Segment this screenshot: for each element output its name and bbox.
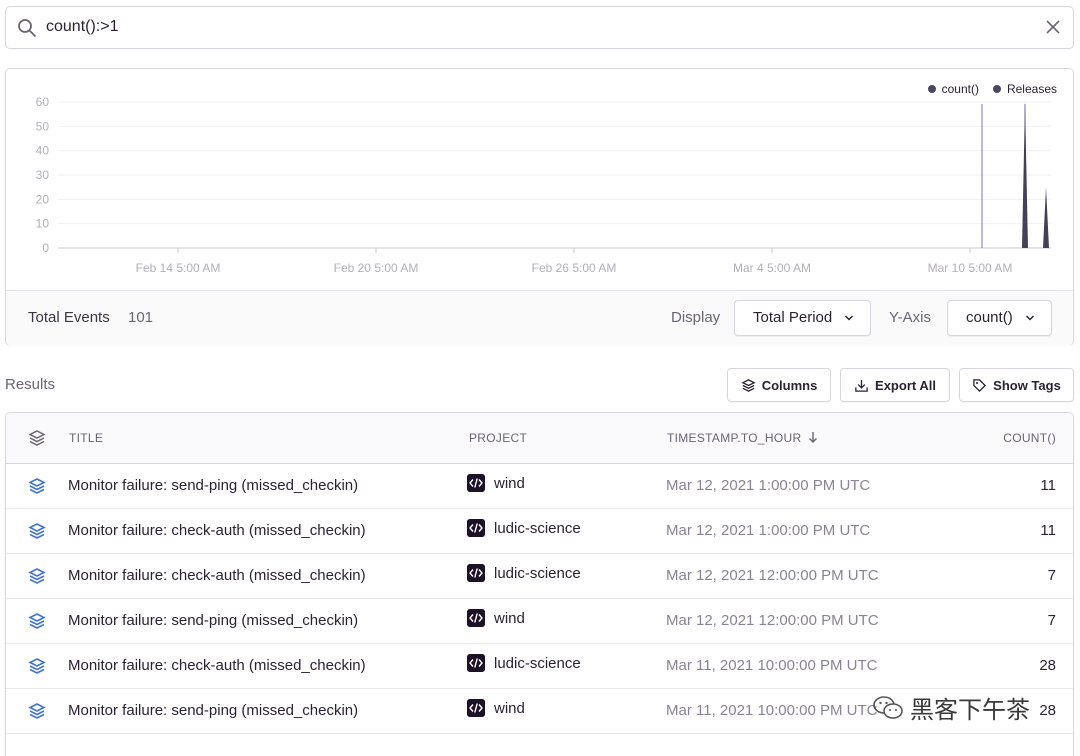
- row-title-link[interactable]: Monitor failure: send-ping (missed_check…: [68, 477, 358, 494]
- download-icon: [855, 379, 868, 392]
- row-title-link[interactable]: Monitor failure: send-ping (missed_check…: [68, 702, 358, 719]
- x-tick-label: Mar 10 5:00 AM: [928, 261, 1013, 275]
- display-label: Display: [671, 309, 721, 326]
- row-count: 7: [1047, 567, 1056, 584]
- y-tick-label: 50: [36, 119, 50, 133]
- row-timestamp[interactable]: Mar 11, 2021 10:00:00 PM UTC: [666, 702, 878, 719]
- export-all-button[interactable]: Export All: [840, 368, 950, 402]
- chevron-down-icon: [1025, 315, 1034, 321]
- row-count: 28: [1039, 657, 1056, 674]
- stack-icon[interactable]: [27, 476, 47, 496]
- row-timestamp[interactable]: Mar 12, 2021 1:00:00 PM UTC: [666, 522, 870, 539]
- code-icon: [467, 654, 485, 672]
- column-header-count[interactable]: COUNT(): [1003, 431, 1056, 445]
- row-count: 28: [1039, 702, 1056, 719]
- legend-dot-icon: [927, 85, 936, 93]
- search-bar[interactable]: count():>1: [5, 6, 1074, 49]
- y-tick-label: 20: [36, 192, 50, 206]
- watermark-text: 黑客下午茶: [910, 697, 1030, 724]
- row-count: 11: [1040, 522, 1056, 539]
- search-icon: [18, 19, 36, 37]
- chevron-down-icon: [845, 315, 854, 321]
- row-timestamp[interactable]: Mar 11, 2021 10:00:00 PM UTC: [666, 657, 878, 674]
- events-chart: 0 10 20 30 40 50 60 Feb 14 5:00 AM Feb 20 5:00 A…: [36, 95, 1051, 275]
- yaxis-label: Y-Axis: [889, 309, 931, 326]
- export-all-button-label: Export All: [875, 377, 936, 393]
- stack-icon[interactable]: [27, 701, 47, 721]
- row-project-link[interactable]: wind: [494, 700, 525, 717]
- wechat-icon: [873, 695, 903, 719]
- show-tags-button[interactable]: Show Tags: [959, 368, 1074, 402]
- search-input[interactable]: count():>1: [46, 18, 118, 36]
- display-dropdown-value: Total Period: [753, 309, 833, 326]
- chart-footer: Total Events 101 Display Total Period Y-…: [6, 290, 1073, 346]
- yaxis-dropdown-value: count(): [966, 309, 1013, 326]
- columns-button-label: Columns: [761, 377, 818, 393]
- stack-icon[interactable]: [27, 521, 47, 541]
- total-events-value: 101: [128, 309, 154, 326]
- y-tick-label: 10: [36, 217, 50, 231]
- column-header-timestamp-label: TIMESTAMP.TO_HOUR: [667, 431, 802, 445]
- chart-legend: count() Releases: [927, 82, 1057, 96]
- total-events-label: Total Events: [28, 309, 110, 326]
- column-header-title[interactable]: TITLE: [69, 431, 103, 445]
- y-tick-label: 40: [36, 144, 50, 158]
- stack-icon[interactable]: [27, 566, 47, 586]
- results-label: Results: [5, 376, 56, 393]
- close-icon[interactable]: [1045, 19, 1061, 35]
- x-tick-label: Feb 14 5:00 AM: [136, 261, 221, 275]
- legend-dot-icon: [992, 85, 1001, 93]
- table-row: Monitor failure: send-ping (missed_check…: [6, 464, 1073, 509]
- x-tick-label: Feb 20 5:00 AM: [334, 261, 419, 275]
- stack-icon[interactable]: [27, 656, 47, 676]
- chart-panel: 0 10 20 30 40 50 60 Feb 14 5:00 AM Feb 20 5:00 A…: [5, 68, 1074, 346]
- row-title-link[interactable]: Monitor failure: check-auth (missed_chec…: [68, 522, 366, 539]
- show-tags-button-label: Show Tags: [993, 377, 1061, 393]
- stack-icon: [28, 430, 46, 446]
- yaxis-dropdown[interactable]: count(): [947, 300, 1052, 336]
- x-tick-label: Feb 26 5:00 AM: [532, 261, 617, 275]
- table-row: Monitor failure: check-auth (missed_chec…: [6, 509, 1073, 554]
- row-project-link[interactable]: ludic-science: [494, 565, 581, 582]
- y-tick-label: 60: [36, 95, 50, 109]
- code-icon: [467, 564, 485, 582]
- stack-icon[interactable]: [27, 611, 47, 631]
- row-title-link[interactable]: Monitor failure: check-auth (missed_chec…: [68, 567, 366, 584]
- row-title-link[interactable]: Monitor failure: check-auth (missed_chec…: [68, 657, 366, 674]
- row-timestamp[interactable]: Mar 12, 2021 1:00:00 PM UTC: [666, 477, 870, 494]
- arrow-down-icon: [809, 432, 818, 443]
- legend-label: Releases: [1006, 82, 1057, 96]
- legend-item-releases[interactable]: Releases: [992, 82, 1057, 96]
- table-header: TITLE PROJECT TIMESTAMP.TO_HOUR COUNT(): [6, 413, 1073, 464]
- tag-icon: [973, 378, 987, 392]
- row-count: 11: [1040, 477, 1056, 494]
- code-icon: [467, 519, 485, 537]
- y-tick-label: 30: [36, 168, 50, 182]
- stack-icon: [741, 378, 756, 392]
- row-title-link[interactable]: Monitor failure: send-ping (missed_check…: [68, 612, 358, 629]
- watermark: 黑客下午茶: [872, 690, 1030, 725]
- x-tick-label: Mar 4 5:00 AM: [733, 261, 811, 275]
- row-project-link[interactable]: ludic-science: [494, 655, 581, 672]
- table-row: Monitor failure: send-ping (missed_check…: [6, 599, 1073, 644]
- row-project-link[interactable]: wind: [494, 475, 525, 492]
- row-timestamp[interactable]: Mar 12, 2021 12:00:00 PM UTC: [666, 612, 879, 629]
- columns-button[interactable]: Columns: [727, 368, 831, 402]
- y-tick-label: 0: [42, 241, 49, 255]
- display-dropdown[interactable]: Total Period: [734, 300, 871, 336]
- table-row: Monitor failure: check-auth (missed_chec…: [6, 644, 1073, 689]
- legend-item-count[interactable]: count(): [927, 82, 979, 96]
- code-icon: [467, 699, 485, 717]
- table-row: Monitor failure: check-auth (missed_chec…: [6, 554, 1073, 599]
- row-count: 7: [1047, 612, 1056, 629]
- row-project-link[interactable]: wind: [494, 610, 525, 627]
- legend-label: count(): [941, 82, 979, 96]
- row-project-link[interactable]: ludic-science: [494, 520, 581, 537]
- column-header-project[interactable]: PROJECT: [469, 431, 527, 445]
- code-icon: [467, 609, 485, 627]
- row-timestamp[interactable]: Mar 12, 2021 12:00:00 PM UTC: [666, 567, 879, 584]
- column-header-timestamp[interactable]: TIMESTAMP.TO_HOUR: [667, 431, 818, 445]
- data-spike: [1043, 187, 1049, 248]
- code-icon: [467, 474, 485, 492]
